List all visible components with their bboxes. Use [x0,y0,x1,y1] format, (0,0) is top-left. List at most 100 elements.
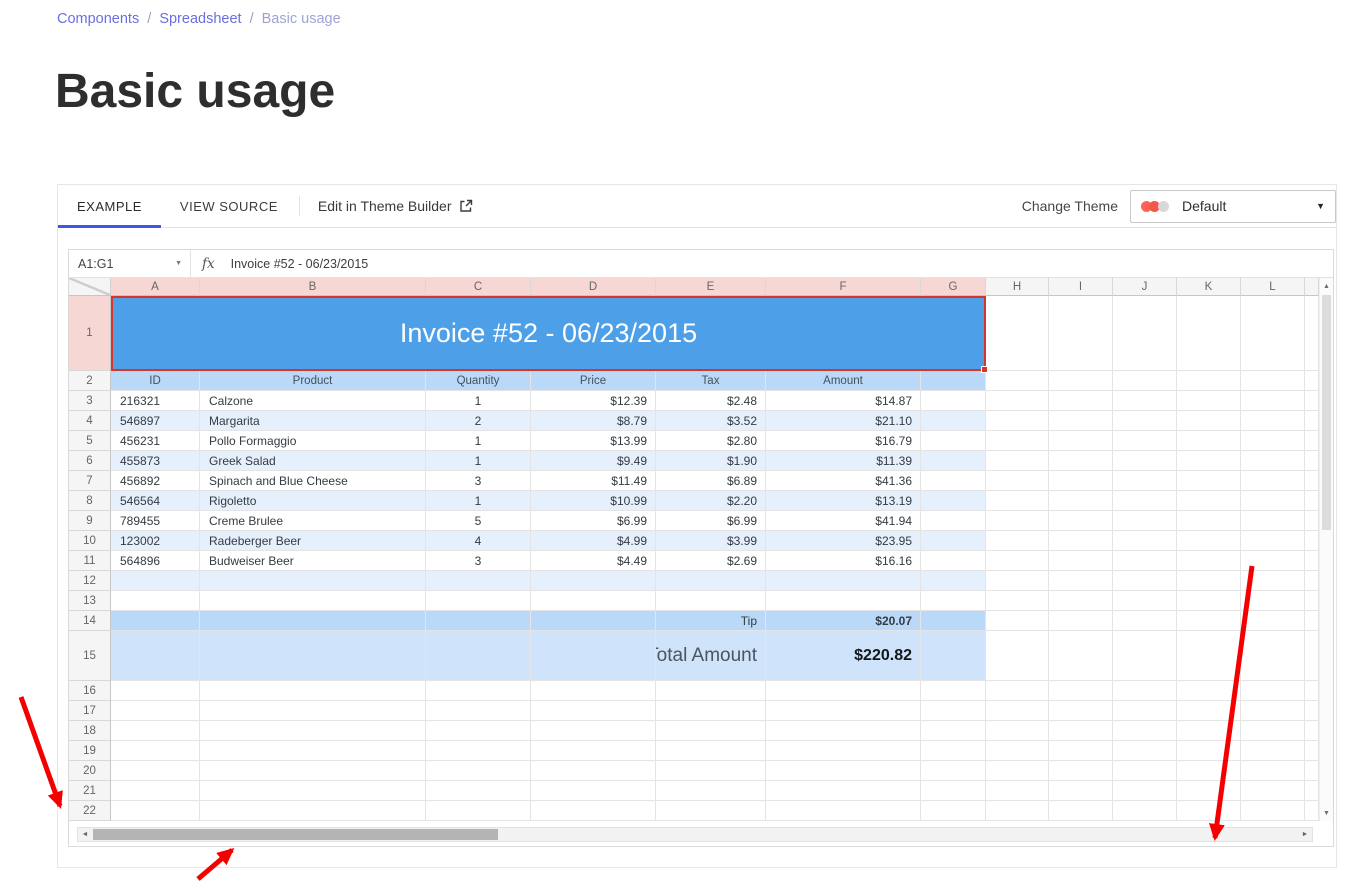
cell-D21[interactable] [531,781,656,801]
cell-D3[interactable]: $12.39 [531,391,656,411]
column-header-A[interactable]: A [111,278,200,296]
cell-H20[interactable] [986,761,1049,781]
cell-overflow15[interactable] [1305,631,1319,681]
cell-I4[interactable] [1049,411,1113,431]
cell-overflow5[interactable] [1305,431,1319,451]
cell-J8[interactable] [1113,491,1177,511]
cell-C14[interactable] [426,611,531,631]
cell-I20[interactable] [1049,761,1113,781]
cell-overflow20[interactable] [1305,761,1319,781]
cell-J22[interactable] [1113,801,1177,821]
cell-B10[interactable]: Radeberger Beer [200,531,426,551]
cell-L5[interactable] [1241,431,1305,451]
cell-D17[interactable] [531,701,656,721]
cell-B7[interactable]: Spinach and Blue Cheese [200,471,426,491]
cell-J16[interactable] [1113,681,1177,701]
cell-overflow22[interactable] [1305,801,1319,821]
cell-B17[interactable] [200,701,426,721]
cell-E19[interactable] [656,741,766,761]
cell-overflow1[interactable] [1305,296,1319,371]
cell-J13[interactable] [1113,591,1177,611]
cell-B21[interactable] [200,781,426,801]
cell-J20[interactable] [1113,761,1177,781]
cell-C8[interactable]: 1 [426,491,531,511]
cell-L19[interactable] [1241,741,1305,761]
cell-E20[interactable] [656,761,766,781]
cell-K5[interactable] [1177,431,1241,451]
cell-J21[interactable] [1113,781,1177,801]
cell-K10[interactable] [1177,531,1241,551]
cell-I5[interactable] [1049,431,1113,451]
cell-overflow2[interactable] [1305,371,1319,391]
cell-B8[interactable]: Rigoletto [200,491,426,511]
cell-B18[interactable] [200,721,426,741]
cell-K2[interactable] [1177,371,1241,391]
cell-A15[interactable] [111,631,200,681]
cell-D9[interactable]: $6.99 [531,511,656,531]
cell-E14[interactable]: Tip [656,611,766,631]
row-header-11[interactable]: 11 [69,551,111,571]
cell-L4[interactable] [1241,411,1305,431]
cell-F20[interactable] [766,761,921,781]
cell-H19[interactable] [986,741,1049,761]
cell-I16[interactable] [1049,681,1113,701]
cell-C4[interactable]: 2 [426,411,531,431]
cell-A17[interactable] [111,701,200,721]
cell-H17[interactable] [986,701,1049,721]
cell-A8[interactable]: 546564 [111,491,200,511]
cell-H15[interactable] [986,631,1049,681]
cell-H3[interactable] [986,391,1049,411]
cell-I7[interactable] [1049,471,1113,491]
cell-K6[interactable] [1177,451,1241,471]
cell-overflow11[interactable] [1305,551,1319,571]
cell-D5[interactable]: $13.99 [531,431,656,451]
cell-D19[interactable] [531,741,656,761]
cell-L8[interactable] [1241,491,1305,511]
cell-L20[interactable] [1241,761,1305,781]
cell-G21[interactable] [921,781,986,801]
cell-G2[interactable] [921,371,986,391]
cell-A3[interactable]: 216321 [111,391,200,411]
cell-A10[interactable]: 123002 [111,531,200,551]
cell-K15[interactable] [1177,631,1241,681]
cell-overflow16[interactable] [1305,681,1319,701]
cell-I13[interactable] [1049,591,1113,611]
scroll-down-icon[interactable]: ▼ [1320,806,1333,820]
cell-overflow17[interactable] [1305,701,1319,721]
cell-G13[interactable] [921,591,986,611]
cell-A20[interactable] [111,761,200,781]
cell-J11[interactable] [1113,551,1177,571]
cell-H7[interactable] [986,471,1049,491]
cell-A14[interactable] [111,611,200,631]
cell-B16[interactable] [200,681,426,701]
cell-L10[interactable] [1241,531,1305,551]
cell-L6[interactable] [1241,451,1305,471]
cell-H12[interactable] [986,571,1049,591]
cell-B2[interactable]: Product [200,371,426,391]
cell-I8[interactable] [1049,491,1113,511]
cell-J1[interactable] [1113,296,1177,371]
cell-K19[interactable] [1177,741,1241,761]
cell-C2[interactable]: Quantity [426,371,531,391]
cell-B15[interactable] [200,631,426,681]
cell-J2[interactable] [1113,371,1177,391]
cell-E3[interactable]: $2.48 [656,391,766,411]
tab-example[interactable]: EXAMPLE [58,185,161,228]
cell-overflow18[interactable] [1305,721,1319,741]
cell-I12[interactable] [1049,571,1113,591]
row-header-20[interactable]: 20 [69,761,111,781]
cell-F11[interactable]: $16.16 [766,551,921,571]
cell-F18[interactable] [766,721,921,741]
cell-A5[interactable]: 456231 [111,431,200,451]
column-header-B[interactable]: B [200,278,426,296]
cell-L1[interactable] [1241,296,1305,371]
cell-I3[interactable] [1049,391,1113,411]
horizontal-scroll-thumb[interactable] [93,829,498,840]
cell-F6[interactable]: $11.39 [766,451,921,471]
row-header-1[interactable]: 1 [69,296,111,371]
cell-G6[interactable] [921,451,986,471]
cell-D4[interactable]: $8.79 [531,411,656,431]
cell-D15[interactable] [531,631,656,681]
cell-B11[interactable]: Budweiser Beer [200,551,426,571]
cell-C7[interactable]: 3 [426,471,531,491]
